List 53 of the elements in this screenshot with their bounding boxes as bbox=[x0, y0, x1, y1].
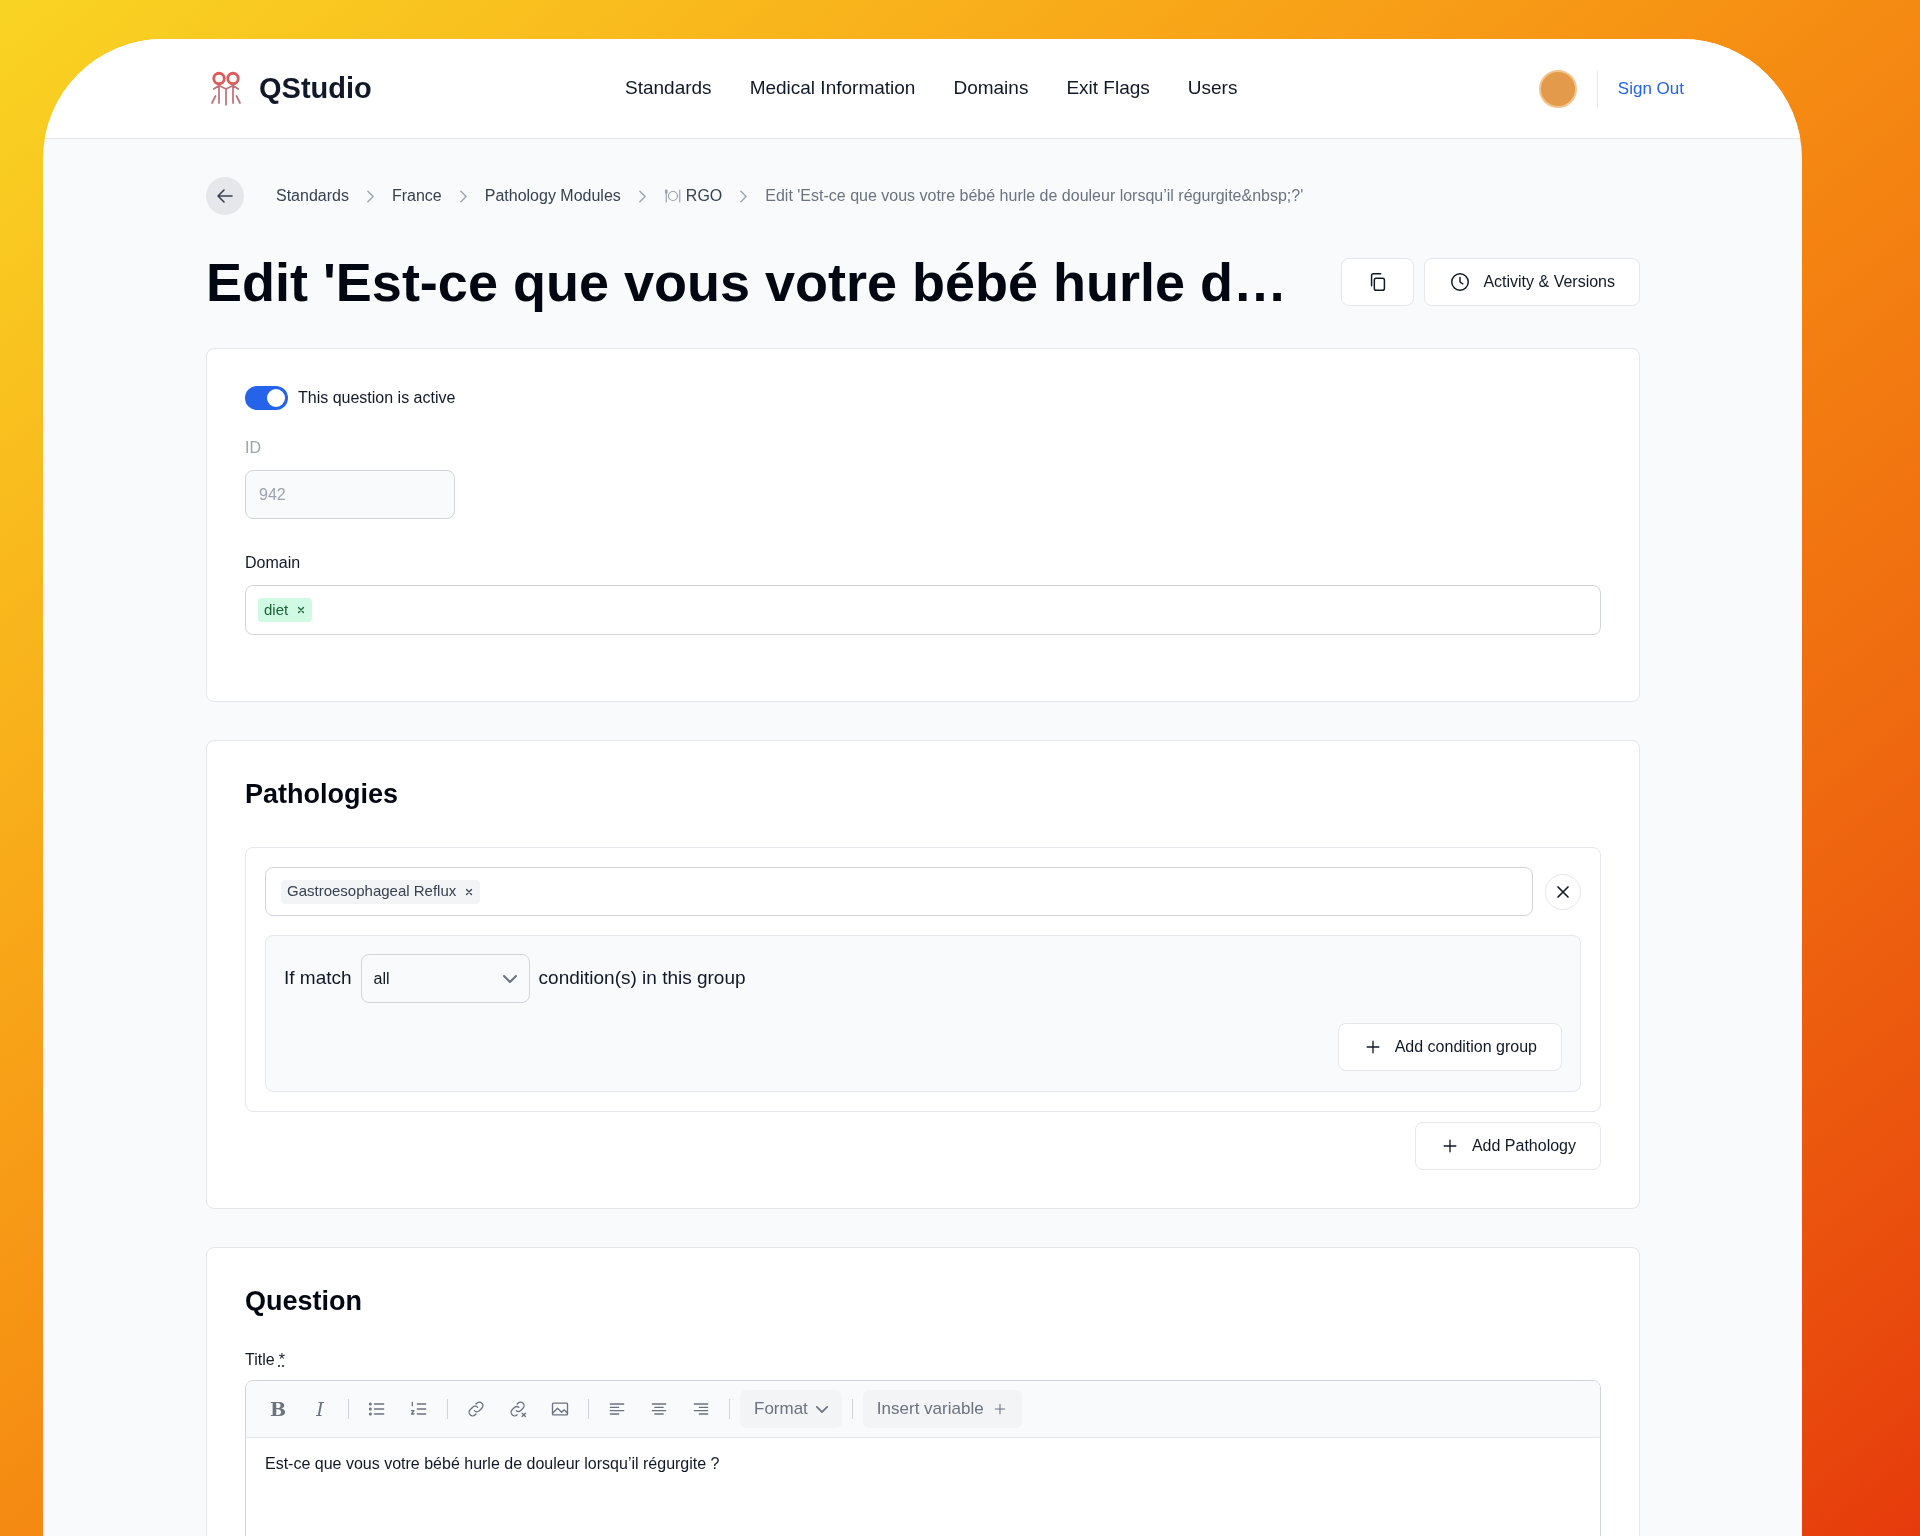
add-condition-group-button[interactable]: Add condition group bbox=[1337, 1023, 1562, 1071]
domain-tag: diet bbox=[258, 598, 313, 622]
breadcrumb-link[interactable]: Standards bbox=[276, 184, 349, 208]
chevron-right-icon bbox=[638, 189, 646, 203]
add-pathology-button[interactable]: Add Pathology bbox=[1414, 1122, 1601, 1170]
nav-link[interactable]: Standards bbox=[625, 74, 712, 103]
field-label: Title bbox=[245, 1350, 275, 1370]
required-mark: * bbox=[278, 1350, 285, 1370]
plate-cutlery-icon bbox=[663, 187, 682, 205]
toggle-label: This question is active bbox=[298, 388, 456, 408]
insert-variable-button[interactable]: Insert variable bbox=[862, 1390, 1022, 1428]
pathology-tag: Gastroesophageal Reflux bbox=[281, 879, 481, 904]
nav-link[interactable]: Medical Information bbox=[749, 74, 916, 103]
nav-link[interactable]: Exit Flags bbox=[1066, 74, 1150, 103]
remove-button[interactable] bbox=[1545, 873, 1581, 910]
breadcrumb-link[interactable]: Pathology Modules bbox=[484, 184, 621, 208]
chevron-down-icon bbox=[502, 974, 517, 983]
chevron-right-icon bbox=[740, 189, 748, 203]
italic-button[interactable]: I bbox=[302, 1391, 338, 1427]
match-label: condition(s) in this group bbox=[538, 966, 746, 991]
avatar[interactable] bbox=[1538, 69, 1577, 108]
pathology-input-field[interactable]: Gastroesophageal Reflux bbox=[265, 867, 1533, 916]
bold-button[interactable]: B bbox=[260, 1391, 296, 1427]
section-heading: Pathologies bbox=[245, 778, 400, 811]
rich-text-editor[interactable]: B I Format Insert variable Est-ce que vous votre bébé hurle de douleur lorsqu’il régurgite ? bbox=[245, 1380, 1601, 1536]
chevron-down-icon bbox=[815, 1405, 828, 1413]
format-dropdown[interactable]: Format bbox=[740, 1390, 842, 1428]
breadcrumb-current[interactable]: Edit 'Est-ce que vous votre bébé hurle de douleur lorsqu’il régurgite&nbsp;?' bbox=[765, 184, 1304, 208]
copy-button[interactable] bbox=[1341, 258, 1415, 306]
nav-link[interactable]: Domains bbox=[953, 74, 1029, 103]
nav-link[interactable]: Users bbox=[1187, 74, 1238, 103]
remove-icon bbox=[464, 886, 475, 897]
link-icon bbox=[466, 1399, 486, 1419]
clock-icon bbox=[1449, 271, 1472, 293]
unlink-icon bbox=[508, 1399, 528, 1419]
chevron-right-icon bbox=[459, 189, 467, 203]
field-label: Domain bbox=[245, 553, 302, 573]
activity-versions-button[interactable]: Activity & Versions bbox=[1424, 258, 1640, 306]
section-heading: Question bbox=[245, 1285, 363, 1318]
active-toggle[interactable] bbox=[245, 386, 288, 410]
domain-input-field[interactable]: diet bbox=[245, 585, 1601, 635]
field-label: ID bbox=[245, 438, 262, 458]
back-button[interactable] bbox=[206, 177, 244, 215]
page-title: Edit 'Est-ce que vous votre bébé hurle d… bbox=[206, 251, 1289, 314]
brand-name[interactable]: QStudio bbox=[259, 66, 372, 111]
match-select[interactable]: all bbox=[360, 954, 530, 1003]
breadcrumb-link[interactable]: RGO bbox=[663, 184, 723, 208]
match-label: If match bbox=[284, 966, 352, 991]
chevron-right-icon bbox=[366, 189, 374, 203]
remove-icon bbox=[296, 605, 307, 615]
sign-out-link[interactable]: Sign Out bbox=[1617, 75, 1684, 102]
breadcrumb-link[interactable]: France bbox=[391, 184, 442, 208]
question-text: Est-ce que vous votre bébé hurle de douleur lorsqu’il régurgite ? bbox=[265, 1454, 721, 1474]
